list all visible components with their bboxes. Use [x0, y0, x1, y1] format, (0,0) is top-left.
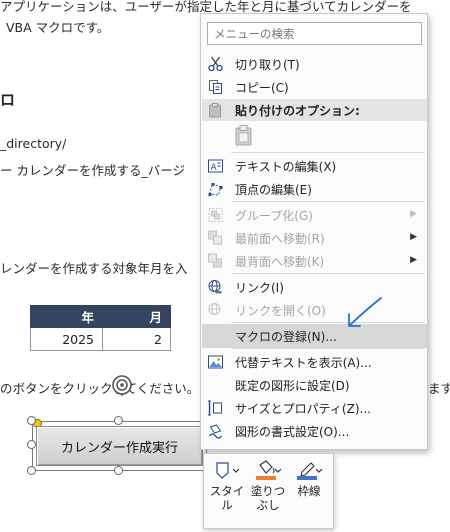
resize-handle-left[interactable]: [27, 440, 36, 449]
menu-item-label: サイズとプロパティ(Z)...: [235, 402, 371, 416]
resize-handle-bottom[interactable]: [114, 466, 123, 475]
doc-path-text: _directory/: [0, 136, 67, 151]
annotation-arrow-icon: [348, 297, 382, 327]
doc-text-line2: VBA マクロです。: [6, 20, 110, 35]
menu-item-label: 代替テキストを表示(A)...: [235, 356, 372, 370]
menu-item-label: コピー(C): [235, 81, 289, 95]
svg-text:A: A: [211, 163, 218, 173]
rotate-handle-icon[interactable]: [111, 374, 133, 396]
menu-item-label: マクロの登録(N)...: [235, 330, 337, 344]
menu-item-label: 切り取り(T): [235, 58, 300, 72]
menu-separator: [231, 322, 425, 323]
menu-item-format-shape[interactable]: 図形の書式設定(O)...: [202, 419, 427, 443]
menu-separator: [231, 201, 425, 202]
mini-toolbar: スタイル 塗りつぶし 枠線: [203, 453, 334, 529]
paste-options-label: 貼り付けのオプション:: [235, 104, 360, 118]
style-button-label: スタイル: [209, 484, 245, 512]
open-link-icon: [208, 303, 221, 315]
menu-item-open-link[interactable]: リンクを開く(O): [202, 298, 427, 322]
submenu-arrow-icon: ▶: [410, 209, 417, 219]
menu-separator: [231, 273, 425, 274]
table-cell-year[interactable]: 2025: [30, 327, 103, 351]
menu-item-label: リンク(I): [235, 281, 284, 295]
style-button[interactable]: スタイル: [208, 458, 246, 526]
doc-heading: ロ: [0, 91, 16, 109]
edit-points-icon: [208, 183, 223, 196]
doc-instruction-text: のボタンをクリックしてください。: [0, 381, 200, 396]
fill-bucket-icon: [256, 460, 282, 480]
menu-item-label: リンクを開く(O): [235, 304, 326, 318]
menu-item-label: 頂点の編集(E): [235, 183, 312, 197]
outline-button-label: 枠線: [297, 484, 321, 498]
menu-separator: [231, 152, 425, 153]
text-edit-icon: A: [208, 159, 223, 173]
menu-item-label: 最背面へ移動(K): [235, 255, 325, 269]
link-icon: [208, 280, 222, 294]
doc-file-text: ー カレンダーを作成する_バージ: [0, 163, 185, 178]
menu-item-label: 最前面へ移動(R): [235, 232, 325, 246]
submenu-arrow-icon: ▶: [410, 232, 417, 242]
year-month-table: 年 月 2025 2: [30, 305, 171, 351]
outline-button[interactable]: 枠線: [290, 458, 328, 526]
format-shape-icon: [208, 424, 223, 439]
context-menu: 切り取り(T) コピー(C) 貼り付けのオプション: A テキストの編集: [200, 13, 428, 450]
paste-options-header: 貼り付けのオプション:: [202, 99, 427, 121]
menu-item-group[interactable]: グループ化(G) ▶: [202, 203, 427, 227]
menu-item-assign-macro[interactable]: マクロの登録(N)...: [202, 324, 427, 348]
menu-item-send-to-back[interactable]: 最背面へ移動(K) ▶: [202, 249, 427, 273]
group-icon: [208, 208, 223, 222]
alt-text-icon: [208, 355, 223, 369]
size-properties-icon: [208, 400, 222, 416]
menu-item-bring-to-front[interactable]: 最前面へ移動(R) ▶: [202, 226, 427, 250]
menu-item-edit-points[interactable]: 頂点の編集(E): [202, 177, 427, 201]
copy-icon: [209, 80, 222, 94]
menu-search-input[interactable]: [207, 22, 422, 45]
submenu-arrow-icon: ▶: [410, 255, 417, 265]
create-calendar-button[interactable]: カレンダー作成実行: [36, 426, 203, 466]
menu-item-label: テキストの編集(X): [235, 160, 337, 174]
menu-item-label: 図形の書式設定(O)...: [235, 425, 350, 439]
fill-button[interactable]: 塗りつぶし: [249, 458, 287, 526]
table-cell-month[interactable]: 2: [102, 327, 171, 351]
send-to-back-icon: [208, 253, 222, 268]
outline-pen-icon: [297, 462, 323, 480]
menu-item-alt-text[interactable]: 代替テキストを表示(A)...: [202, 350, 427, 374]
menu-item-label: グループ化(G): [235, 209, 313, 223]
menu-item-copy[interactable]: コピー(C): [202, 75, 427, 99]
menu-item-set-default-shape[interactable]: 既定の図形に設定(D): [202, 373, 427, 397]
bring-to-front-icon: [208, 230, 222, 245]
scissors-icon: [208, 56, 223, 72]
table-header-month: 月: [102, 305, 171, 328]
menu-item-cut[interactable]: 切り取り(T): [202, 52, 427, 76]
shape-style-icon: [216, 462, 240, 479]
doc-instruction-tail: ます。: [428, 381, 450, 396]
menu-item-edit-text[interactable]: A テキストの編集(X): [202, 154, 427, 178]
resize-handle-bottom-left[interactable]: [27, 466, 36, 475]
menu-item-link[interactable]: リンク(I): [202, 275, 427, 299]
menu-separator: [231, 348, 425, 349]
fill-button-label: 塗りつぶし: [250, 484, 286, 512]
resize-handle-top[interactable]: [114, 416, 123, 425]
resize-handle-top-left[interactable]: [27, 416, 36, 425]
paste-icon: [209, 103, 221, 118]
menu-item-label: 既定の図形に設定(D): [235, 379, 350, 393]
clipboard-icon: [235, 125, 252, 146]
table-header-year: 年: [30, 305, 103, 328]
menu-item-size-properties[interactable]: サイズとプロパティ(Z)...: [202, 396, 427, 420]
doc-target-text: レンダーを作成する対象年月を入: [0, 261, 188, 276]
